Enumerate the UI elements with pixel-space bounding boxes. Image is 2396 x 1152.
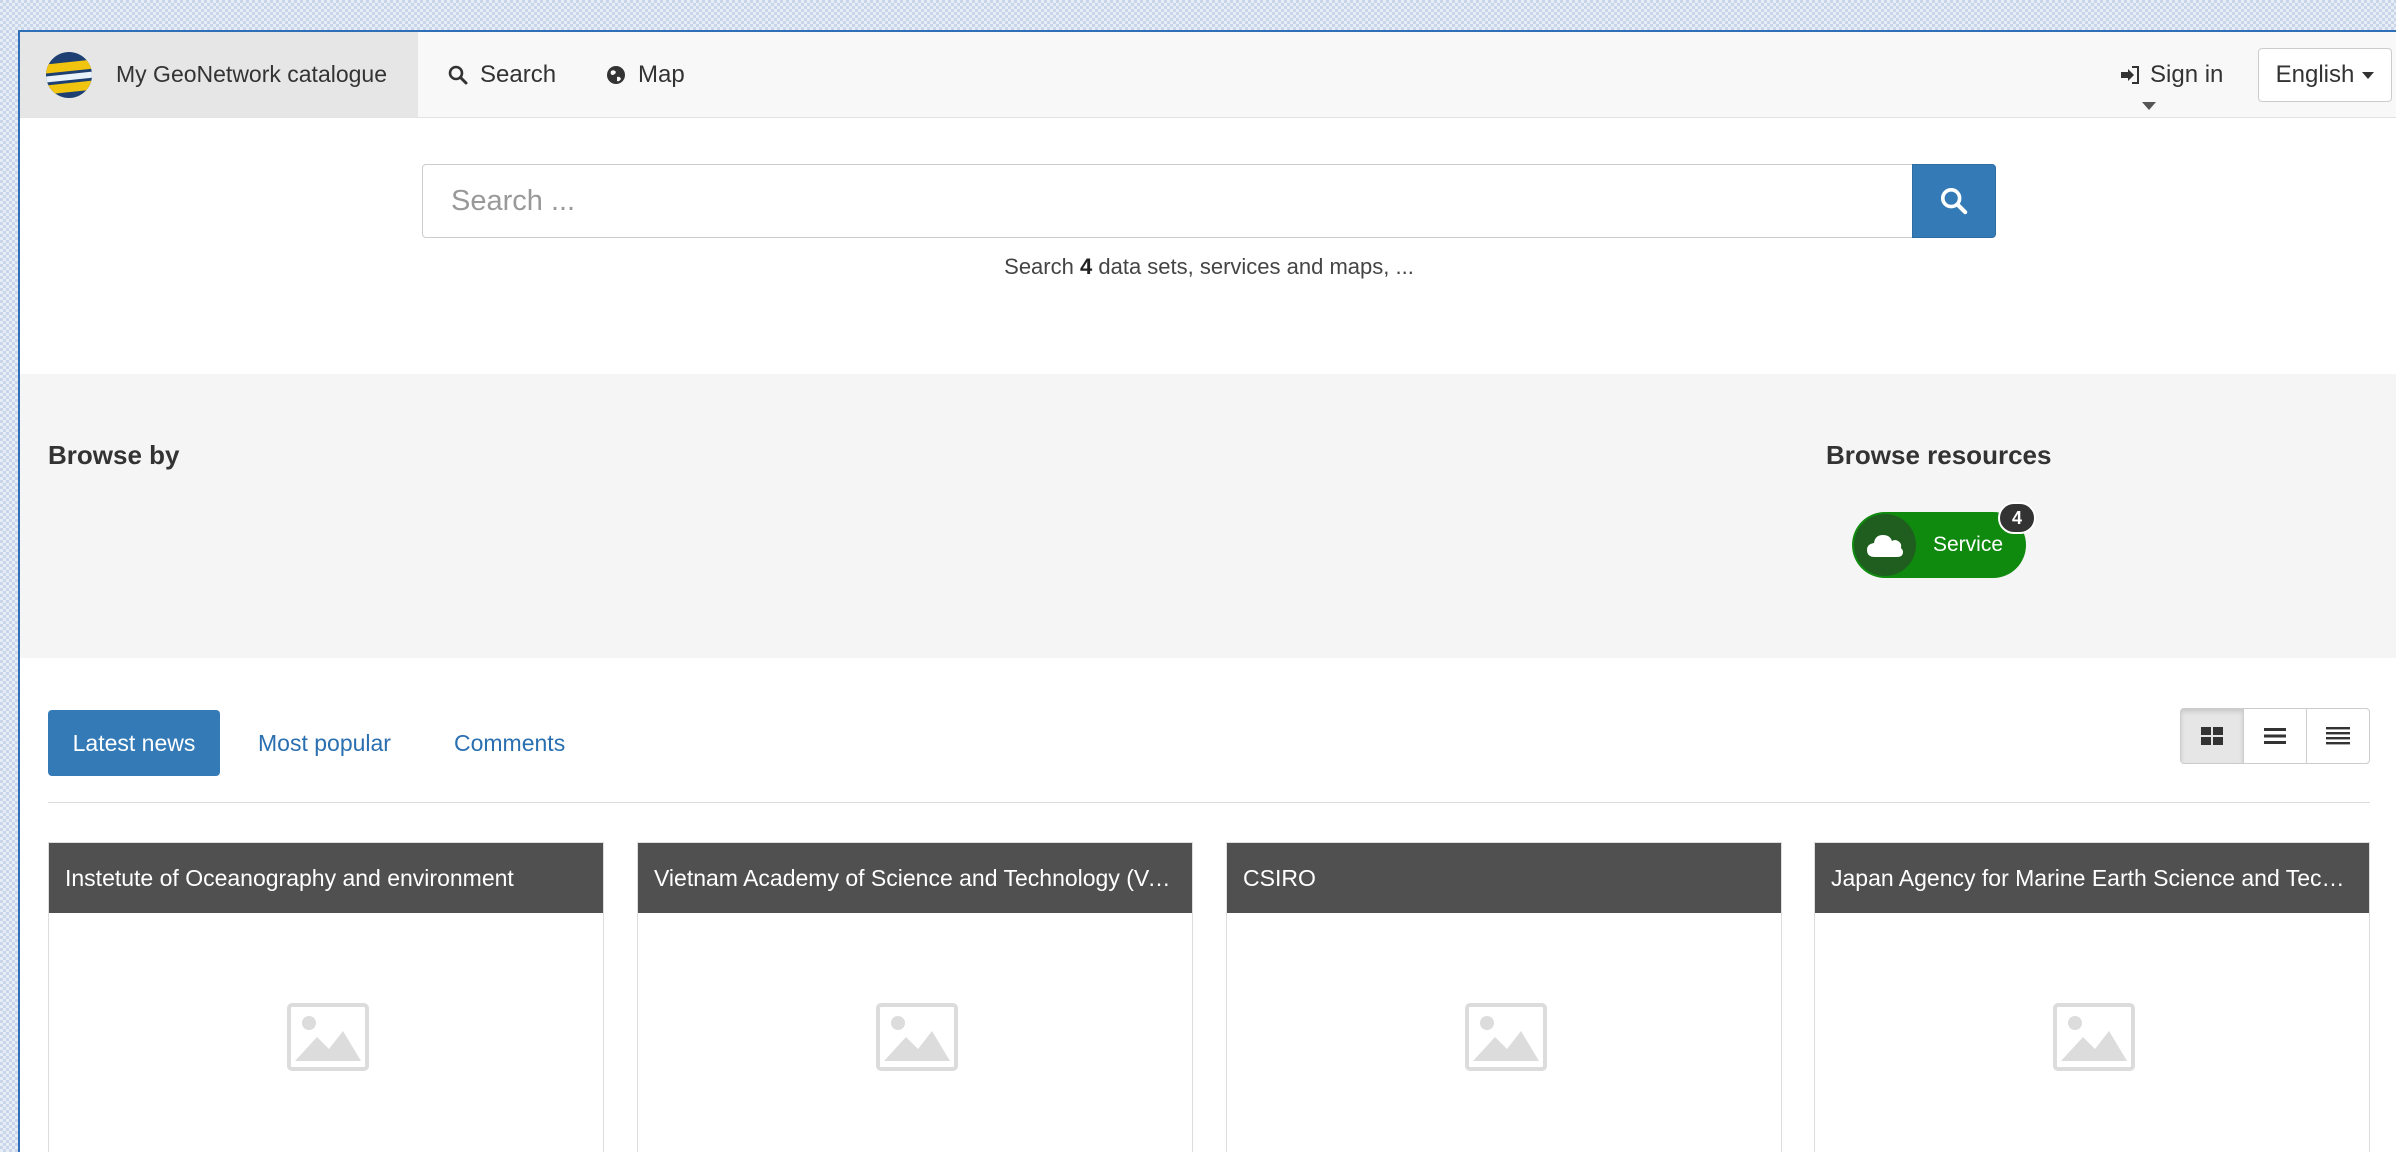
search-hint-prefix: Search: [1004, 254, 1074, 279]
resource-type-label: Service: [1933, 533, 2004, 556]
image-placeholder-icon: [287, 1003, 369, 1071]
resource-count-badge: 4: [1998, 502, 2036, 534]
tab-comments[interactable]: Comments: [454, 710, 565, 776]
record-card[interactable]: Vietnam Academy of Science and Technolog…: [637, 842, 1193, 1152]
record-card[interactable]: CSIRO: [1226, 842, 1782, 1152]
geonetwork-logo-icon: [46, 51, 92, 98]
tab-most-popular[interactable]: Most popular: [258, 710, 391, 776]
record-card-title[interactable]: Japan Agency for Marine Earth Science an…: [1815, 843, 2369, 913]
signin-link[interactable]: Sign in: [2120, 32, 2223, 117]
record-card[interactable]: Instetute of Oceanography and environmen…: [48, 842, 604, 1152]
signin-label: Sign in: [2150, 60, 2224, 88]
record-count: 4: [1079, 254, 1093, 279]
search-input[interactable]: [422, 164, 1914, 238]
top-navbar: My GeoNetwork catalogue Search Map Sign …: [20, 32, 2396, 118]
nav-map-label: Map: [638, 60, 685, 88]
record-card-title-text: Vietnam Academy of Science and Technolog…: [654, 864, 1176, 891]
globe-icon: [607, 65, 625, 84]
list-view-button[interactable]: [2243, 709, 2306, 763]
compact-list-view-icon: [2326, 727, 2350, 745]
chevron-down-icon: [2362, 71, 2375, 79]
compact-list-view-button[interactable]: [2306, 709, 2369, 763]
app-frame: My GeoNetwork catalogue Search Map Sign …: [18, 30, 2396, 1152]
record-card-title[interactable]: Instetute of Oceanography and environmen…: [49, 843, 603, 913]
brand-link[interactable]: My GeoNetwork catalogue: [20, 32, 418, 117]
search-button[interactable]: [1912, 164, 1996, 238]
view-mode-toggle: [2180, 708, 2370, 764]
browse-by-title: Browse by: [48, 440, 180, 470]
search-hint-suffix: data sets, services and maps, ...: [1098, 254, 1414, 279]
image-placeholder-icon: [876, 1003, 958, 1071]
brand-label: My GeoNetwork catalogue: [116, 61, 388, 87]
record-card-title[interactable]: CSIRO: [1227, 843, 1781, 913]
image-placeholder-icon: [1465, 1003, 1547, 1071]
search-icon: [448, 65, 468, 84]
signin-caret-icon[interactable]: [2142, 102, 2156, 110]
record-card-title-text: CSIRO: [1243, 864, 1316, 891]
sign-in-icon: [2121, 65, 2139, 84]
search-hint: Search 4 data sets, services and maps, .…: [20, 254, 2396, 280]
record-card-title-text: Japan Agency for Marine Earth Science an…: [1831, 864, 2353, 891]
list-view-icon: [2264, 728, 2286, 744]
grid-view-icon: [2201, 727, 2223, 745]
record-card-title-text: Instetute of Oceanography and environmen…: [65, 864, 514, 891]
search-icon: [1940, 187, 1968, 215]
nav-map-link[interactable]: Map: [606, 32, 685, 117]
browse-section: Browse by Browse resources Service 4: [20, 374, 2396, 658]
language-dropdown[interactable]: English: [2258, 48, 2392, 102]
nav-search-label: Search: [480, 60, 557, 88]
cloud-icon: [1867, 535, 1903, 557]
tab-latest-news[interactable]: Latest news: [48, 710, 220, 776]
cloud-icon-wrap: [1854, 514, 1916, 576]
language-label: English: [2275, 61, 2355, 88]
record-card[interactable]: Japan Agency for Marine Earth Science an…: [1814, 842, 2370, 1152]
tab-divider: [48, 802, 2370, 803]
image-placeholder-icon: [2053, 1003, 2135, 1071]
grid-view-button[interactable]: [2181, 709, 2243, 763]
browse-resources-title: Browse resources: [1826, 440, 2052, 470]
record-card-title[interactable]: Vietnam Academy of Science and Technolog…: [638, 843, 1192, 913]
nav-search-link[interactable]: Search: [448, 32, 556, 117]
